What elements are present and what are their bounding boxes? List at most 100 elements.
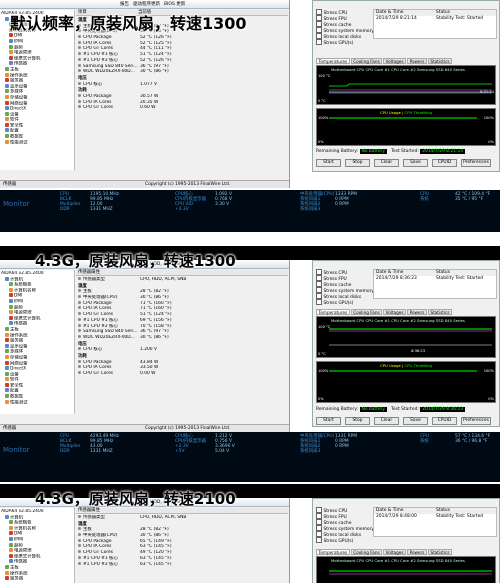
sensor-name: Samsung SSD 840 Seri...: [83, 329, 138, 335]
sensor-name: CPU IA Cores: [83, 365, 112, 371]
graph-tab[interactable]: Powers: [407, 309, 427, 315]
stress-checkbox[interactable]: Stress GPU(s): [316, 299, 378, 306]
sensor-row[interactable]: 传感器类型 CPU, HDD, ACPI, SNB: [78, 277, 287, 283]
clear-button[interactable]: Clear: [374, 159, 399, 167]
sensor-row[interactable]: 传感器类型 CPU, HDD, ACPI, SNB: [78, 515, 287, 521]
save-button[interactable]: Save: [403, 417, 428, 425]
graph-tab[interactable]: Statistics: [427, 58, 453, 64]
sensor-row[interactable]: CPU GT Cores 0.60 W: [78, 105, 287, 111]
graph-tab[interactable]: Powers: [407, 549, 427, 555]
driver-update-button[interactable]: 驱动程序更新: [133, 1, 160, 7]
stress-checkbox[interactable]: Stress GPU(s): [316, 537, 378, 544]
cpu-usage-graph: CPU Usage | CPU Throttling 100% 0% 100% …: [316, 361, 496, 403]
graph-tab[interactable]: Voltages: [383, 58, 407, 64]
sensor-icon: [78, 550, 81, 554]
start-button[interactable]: Start: [316, 159, 341, 167]
sensor-name: #1 CPU #1 核心: [83, 555, 118, 561]
status-value: Stability Test: Started: [436, 16, 484, 21]
temperature-graph: Motherboard CPU CPU Core #1 CPU Core #2 …: [316, 316, 496, 358]
cpuid-button[interactable]: CPUID: [432, 417, 457, 425]
sensor-row[interactable]: CPU 核心 1.200 V: [78, 347, 287, 353]
monitor-column: CPU 系统: [420, 192, 429, 202]
tree-item[interactable]: 服务器: [1, 576, 74, 582]
bios-update-button[interactable]: BIOS 更新: [164, 1, 185, 7]
cpuid-button[interactable]: CPUID: [432, 159, 457, 167]
sensor-name: 主板: [83, 289, 92, 295]
sensor-row[interactable]: WDC WD20EZRX-00D... 30 °C (86 °F): [78, 69, 287, 75]
tree-item[interactable]: 性能测试: [1, 139, 74, 146]
graph-tabs: Temperatures Cooling Fans Voltages Powers St…: [316, 549, 453, 555]
start-button[interactable]: Start: [316, 417, 341, 425]
tree-node-icon: [5, 371, 9, 376]
stop-button[interactable]: Stop: [345, 417, 370, 425]
graph-tab[interactable]: Statistics: [427, 549, 453, 555]
monitor-value: 1331 MHZ: [90, 207, 113, 212]
tree-node-icon: [5, 564, 9, 569]
sensor-row[interactable]: CPU 核心 1.077 V: [78, 81, 287, 88]
tree-node-icon: [5, 382, 9, 387]
sensor-name: #1 CPU #1 核心: [83, 317, 118, 323]
graph-tab[interactable]: Cooling Fans: [350, 309, 383, 315]
monitor-column: CPU 系统: [420, 434, 429, 444]
graph-tab[interactable]: Temperatures: [316, 549, 350, 555]
graph-tab[interactable]: Temperatures: [316, 309, 350, 315]
axis-bottom: 0 °C: [318, 352, 326, 356]
desktop-monitor: Monitor CPU BCLK Multiplier DDR 1195.10 MHz 9…: [0, 190, 500, 232]
sensor-icon: [78, 561, 81, 565]
tree-node-icon: [5, 139, 9, 144]
tree-node-icon: [9, 520, 13, 525]
preferences-button[interactable]: Preferences: [461, 417, 491, 425]
graph-tab[interactable]: Temperatures: [316, 58, 350, 64]
temp-lines: [329, 83, 492, 94]
tree-node-icon: [5, 514, 9, 519]
temp-lines: [329, 328, 492, 346]
monitor-value: 3.30 V: [215, 202, 230, 207]
tree-item-label: 系统概要: [14, 282, 32, 288]
graph-tab[interactable]: Voltages: [383, 549, 407, 555]
graph-tab[interactable]: Cooling Fans: [350, 58, 383, 64]
sensor-name-cell: 传感器类型: [78, 515, 140, 521]
sensor-icon: [78, 312, 81, 316]
sensor-name-cell: WDC WD20EZRX-00D...: [78, 69, 140, 75]
sensor-name: CPU GT Cores: [83, 46, 114, 52]
preferences-button[interactable]: Preferences: [461, 159, 491, 167]
sensor-name-cell: 传感器类型: [78, 277, 140, 283]
tree-node-icon: [9, 548, 13, 553]
tree-item-label: 数据库: [10, 394, 24, 400]
graph-tabs: Temperatures Cooling Fans Voltages Powers St…: [316, 309, 453, 315]
tree-node-icon: [5, 360, 9, 365]
copyright: Copyright (c) 1995-2013 FinalWire Ltd.: [145, 182, 231, 187]
tree-item-label: 电源管理: [14, 50, 32, 56]
monitor-label: +3.3V: [175, 207, 189, 212]
graph-tab[interactable]: Statistics: [427, 309, 453, 315]
status-table: Date & Time Status 2014/7/29 8:21:14 Stabi…: [373, 9, 497, 39]
monitor-column: CPU BCLK Multiplier DDR: [60, 192, 80, 212]
monitor-value: 5.04 V: [215, 449, 230, 454]
graph-tab[interactable]: Powers: [407, 58, 427, 64]
graph-tab[interactable]: Voltages: [383, 309, 407, 315]
sensor-name: 中央处理器(CPU): [83, 533, 118, 539]
save-button[interactable]: Save: [403, 159, 428, 167]
status-left: 传感器: [3, 182, 17, 187]
tree-item-label: IPMI: [14, 299, 24, 305]
clear-button[interactable]: Clear: [374, 417, 399, 425]
started-label: Test Started:: [391, 407, 419, 412]
report-button[interactable]: 报告: [120, 1, 129, 7]
sensor-rows: 传感器类型 CPU, HDD, ACPI, SNB 温度 主板 28 °C (82 °F…: [78, 515, 287, 567]
monitor-column: 1331 RPM 0 RPM 0 RPM: [335, 434, 357, 449]
sensor-row[interactable]: CPU GT Cores 0.00 W: [78, 371, 287, 377]
sensor-value: 0.60 W: [140, 105, 156, 111]
graph-tab[interactable]: Cooling Fans: [350, 549, 383, 555]
sensor-name-cell: WDC WD20EZRX-00D...: [78, 334, 140, 341]
sensor-name: 传感器类型: [83, 515, 105, 520]
tree-item[interactable]: 性能测试: [1, 399, 74, 406]
stop-button[interactable]: Stop: [345, 159, 370, 167]
sensor-name-cell: #1 CPU #2 核心: [78, 561, 140, 568]
toolbar: 报告 驱动程序更新 BIOS 更新: [0, 0, 289, 9]
sensor-row[interactable]: WDC WD20EZRX-00D... 30 °C (86 °F): [78, 334, 287, 341]
sensor-row[interactable]: #1 CPU #2 核心 63 °C (145 °F): [78, 561, 287, 568]
monitor-column: CPU核心 CPU内核显示器 CPU VID +3.3V: [175, 192, 206, 212]
temperature-graph: Motherboard CPU CPU Core #1 CPU Core #2 …: [316, 65, 496, 105]
monitor-column: 57 °C / 134.6 °F 36 °C / 96.8 °F: [455, 434, 490, 444]
stress-checkbox[interactable]: Stress GPU(s): [316, 39, 378, 46]
